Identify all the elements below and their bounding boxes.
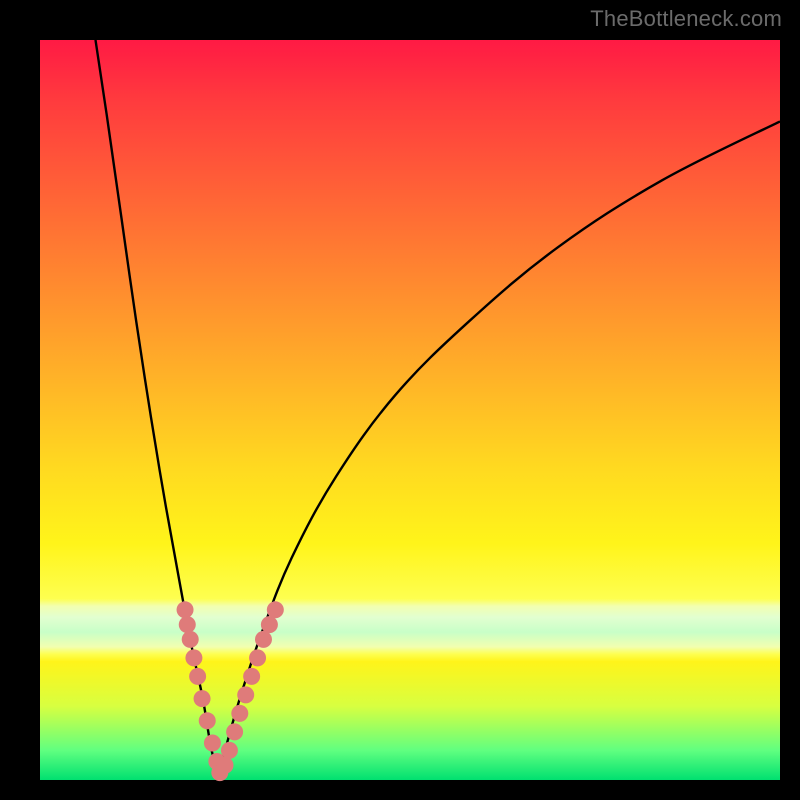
data-marker — [179, 616, 196, 633]
data-marker — [199, 712, 216, 729]
bottleneck-curve-right — [218, 121, 780, 776]
bottleneck-curve-left — [96, 40, 218, 776]
data-marker — [249, 649, 266, 666]
chart-frame: TheBottleneck.com — [0, 0, 800, 800]
data-marker — [185, 649, 202, 666]
data-marker — [182, 631, 199, 648]
data-marker — [237, 686, 254, 703]
curve-group — [96, 40, 781, 776]
data-marker — [189, 668, 206, 685]
data-marker — [177, 601, 194, 618]
data-marker — [221, 742, 238, 759]
data-marker — [204, 735, 221, 752]
data-marker — [231, 705, 248, 722]
watermark-text: TheBottleneck.com — [590, 6, 782, 32]
data-marker — [255, 631, 272, 648]
data-marker — [261, 616, 278, 633]
data-marker — [217, 757, 234, 774]
data-marker — [194, 690, 211, 707]
chart-svg — [40, 40, 780, 780]
data-marker — [267, 601, 284, 618]
data-marker — [243, 668, 260, 685]
data-marker — [226, 723, 243, 740]
plot-area — [40, 40, 780, 780]
markers-group — [177, 601, 284, 781]
